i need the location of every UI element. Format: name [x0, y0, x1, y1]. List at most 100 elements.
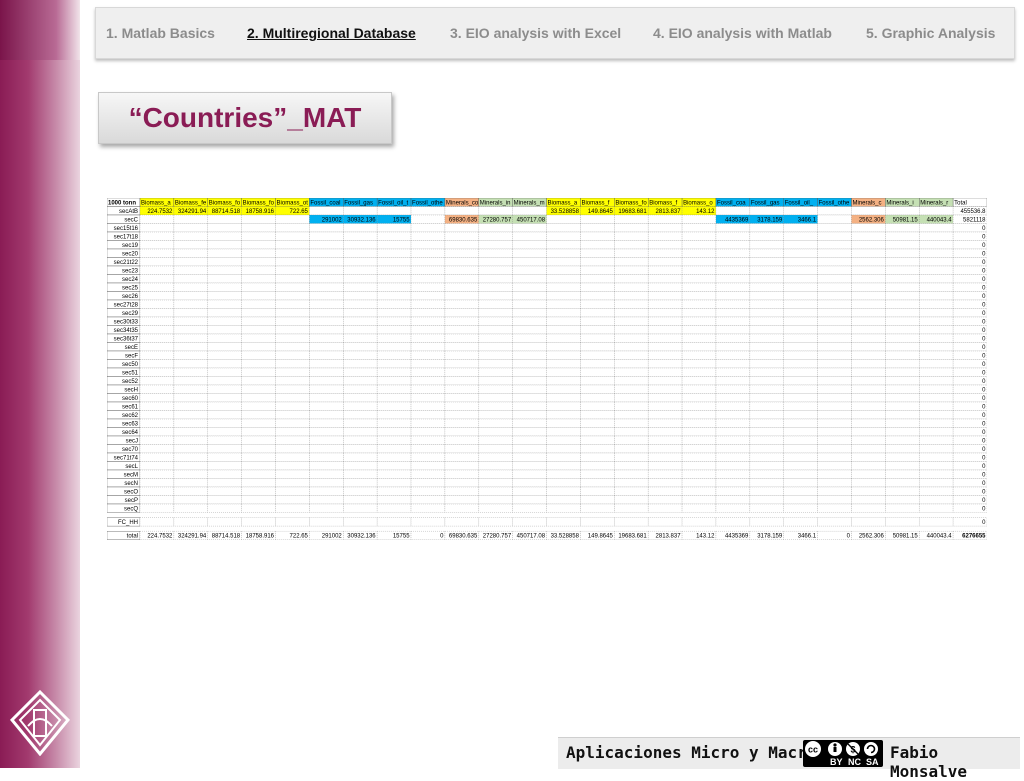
table-row-cell[interactable] — [681, 401, 717, 411]
table-row-cell[interactable] — [343, 231, 378, 241]
table-row-cell[interactable] — [885, 308, 920, 318]
table-row-cell[interactable] — [478, 308, 513, 318]
table-row-cell[interactable] — [444, 350, 479, 360]
table-row-cell[interactable] — [241, 503, 276, 513]
table-row-cell[interactable] — [478, 486, 513, 496]
table-row-cell[interactable] — [546, 231, 581, 241]
fc-row-cell[interactable] — [343, 517, 378, 527]
table-row-cell[interactable] — [614, 461, 649, 471]
table-row-cell[interactable] — [546, 393, 581, 403]
table-row-cell[interactable] — [377, 495, 412, 505]
table-row-cell[interactable] — [681, 469, 717, 479]
table-row-cell[interactable] — [919, 418, 954, 428]
table-row-cell[interactable] — [749, 325, 784, 335]
table-row-cell[interactable] — [817, 376, 852, 386]
table-row-cell[interactable] — [207, 384, 242, 394]
table-row-cell[interactable] — [444, 478, 479, 488]
table-row-cell[interactable] — [275, 316, 310, 326]
table-row-cell[interactable] — [241, 410, 276, 420]
table-row-cell[interactable] — [377, 461, 412, 471]
table-row-cell[interactable] — [309, 435, 344, 445]
fc-row-cell[interactable] — [309, 517, 344, 527]
table-row-cell[interactable] — [478, 503, 513, 513]
table-row-cell[interactable] — [275, 469, 310, 479]
table-row-cell[interactable] — [919, 308, 954, 318]
table-row-cell[interactable] — [241, 342, 276, 352]
table-row-cell[interactable] — [919, 401, 954, 411]
table-row-cell[interactable] — [512, 240, 547, 250]
table-row-cell[interactable] — [478, 393, 513, 403]
table-row-cell[interactable] — [512, 333, 547, 343]
table-row-cell[interactable] — [783, 231, 818, 241]
table-row-cell[interactable] — [851, 350, 886, 360]
table-row-cell[interactable] — [681, 291, 717, 301]
table-row-cell[interactable] — [580, 342, 615, 352]
table-row-cell[interactable] — [139, 325, 175, 335]
table-row-cell[interactable] — [173, 240, 208, 250]
table-row-cell[interactable] — [648, 410, 683, 420]
table-row-cell[interactable] — [648, 401, 683, 411]
table-row-cell[interactable] — [546, 291, 581, 301]
table-row-cell[interactable] — [275, 359, 310, 369]
table-row-cell[interactable] — [173, 291, 208, 301]
table-row-cell[interactable] — [343, 384, 378, 394]
table-row-cell[interactable] — [715, 231, 750, 241]
table-row-cell[interactable] — [512, 418, 547, 428]
table-row-cell[interactable] — [749, 316, 784, 326]
table-row-cell[interactable] — [512, 342, 547, 352]
table-row-cell[interactable] — [580, 316, 615, 326]
table-row-cell[interactable] — [444, 495, 479, 505]
table-row-cell[interactable] — [614, 248, 649, 258]
table-row-cell[interactable] — [343, 401, 378, 411]
table-row-cell[interactable] — [173, 257, 208, 267]
table-row-cell[interactable] — [783, 503, 818, 513]
table-row-cell[interactable] — [885, 257, 920, 267]
table-row-cell[interactable] — [749, 291, 784, 301]
table-row-cell[interactable] — [343, 274, 378, 284]
table-row-cell[interactable] — [309, 444, 344, 454]
table-row-cell[interactable] — [919, 231, 954, 241]
table-row-cell[interactable] — [512, 248, 547, 258]
table-row-cell[interactable] — [139, 478, 175, 488]
table-row-cell[interactable] — [173, 452, 208, 462]
tab-multiregional-database[interactable]: 2. Multiregional Database — [247, 25, 416, 41]
table-row-cell[interactable] — [343, 282, 378, 292]
table-row-cell[interactable] — [648, 248, 683, 258]
table-row-cell[interactable] — [885, 486, 920, 496]
table-row-cell[interactable] — [139, 393, 175, 403]
table-row-cell[interactable] — [885, 393, 920, 403]
table-row-cell[interactable] — [309, 410, 344, 420]
fc-row-cell[interactable] — [783, 517, 818, 527]
table-row-cell[interactable] — [512, 265, 547, 275]
table-row-cell[interactable] — [139, 486, 175, 496]
table-row-cell[interactable] — [681, 384, 717, 394]
table-row-cell[interactable] — [681, 393, 717, 403]
table-row-cell[interactable] — [207, 223, 242, 233]
table-row-cell[interactable] — [241, 461, 276, 471]
table-row-cell[interactable] — [546, 469, 581, 479]
table-row-cell[interactable] — [207, 367, 242, 377]
table-row-cell[interactable] — [444, 410, 479, 420]
table-row-cell[interactable] — [377, 223, 412, 233]
fc-row-cell[interactable] — [207, 517, 242, 527]
table-row-cell[interactable] — [139, 495, 175, 505]
table-row-cell[interactable] — [275, 214, 310, 224]
table-row-cell[interactable] — [885, 265, 920, 275]
table-row-cell[interactable] — [851, 299, 886, 309]
table-row-cell[interactable] — [377, 469, 412, 479]
table-row-cell[interactable] — [410, 384, 446, 394]
table-row-cell[interactable] — [444, 376, 479, 386]
table-row-cell[interactable] — [817, 503, 852, 513]
table-row-cell[interactable] — [377, 316, 412, 326]
table-row-cell[interactable] — [444, 308, 479, 318]
table-row-cell[interactable] — [512, 282, 547, 292]
table-row-cell[interactable] — [749, 401, 784, 411]
table-row-cell[interactable] — [444, 231, 479, 241]
table-row-cell[interactable] — [614, 342, 649, 352]
table-row-cell[interactable] — [749, 469, 784, 479]
table-row-cell[interactable] — [343, 325, 378, 335]
table-row-cell[interactable] — [817, 444, 852, 454]
table-row-cell[interactable] — [817, 367, 852, 377]
table-row-cell[interactable] — [817, 418, 852, 428]
table-row-cell[interactable] — [275, 461, 310, 471]
